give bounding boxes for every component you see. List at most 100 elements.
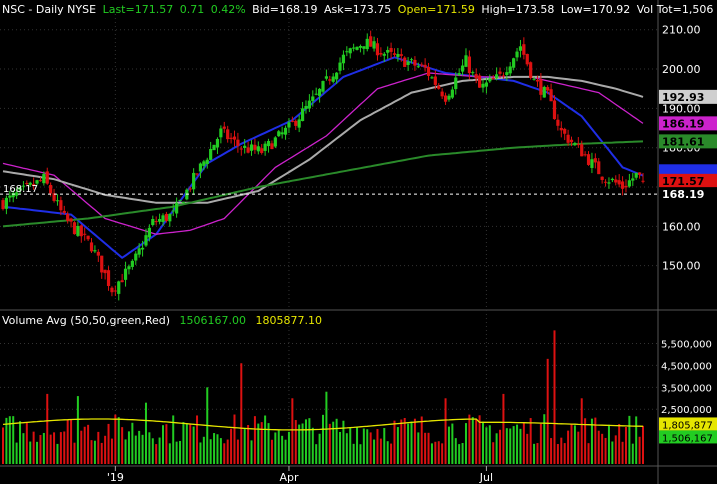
candle-body [117,281,121,294]
volume-bar [553,330,556,464]
candle-body [79,225,83,237]
candle-body [631,178,635,181]
candle-body [563,128,567,134]
candle-body [266,140,271,147]
candle-body [586,154,591,165]
candle-body [253,144,257,150]
volume-bar [587,443,590,464]
candle-body [205,159,209,165]
volume-bar [63,431,66,464]
candle-body [457,73,461,76]
high-price: High=173.58 [481,3,555,16]
volume-bar [607,424,610,464]
volume-bar [499,429,502,464]
chart-background [0,0,717,484]
candle-body [283,127,288,135]
candle-body [603,181,608,183]
volume-bar [281,435,284,464]
bid-price: Bid=168.19 [252,3,318,16]
candle-body [382,53,386,56]
volume-bar [250,440,253,464]
candle-body [59,200,63,211]
price-label-text: 181.61 [662,135,704,148]
candle-body [154,221,158,223]
candle-body [559,127,563,131]
volume-bar [560,437,563,464]
time-tick-label: '19 [107,471,124,484]
candle-body [597,161,601,175]
symbol-label: NSC - Daily NYSE [2,3,97,16]
volume-bar [70,419,73,464]
volume-bar [420,416,423,464]
volume-bar [468,414,471,464]
candle-body [307,100,311,109]
volume-bar [447,426,450,464]
candle-body [297,119,301,128]
volume-bar [179,440,182,464]
volume-bar [243,428,246,464]
candle-body [290,120,294,122]
volume-bar [597,430,600,464]
volume-bar [621,441,624,464]
volume-bar [628,415,631,464]
volume-bar [379,438,382,464]
volume-bar [444,398,447,464]
candle-body [518,46,523,51]
volume-bar [66,419,69,464]
price-tick-label: 190.00 [662,102,701,115]
candle-body [277,131,281,137]
volume-bar [53,432,56,464]
volume-total: Vol Tot=1,506 [636,3,714,16]
volume-bar [410,421,413,464]
candle-body [164,213,169,221]
volume-bar [291,398,294,464]
price-volume-chart: 150.00160.00170.00180.00190.00200.00210.… [0,0,717,484]
candle-body [491,78,495,80]
candle-body [627,180,631,187]
volume-bar [264,415,267,464]
candle-body [127,266,131,270]
candle-body [420,64,424,66]
volume-bar [318,433,321,464]
volume-bar [322,414,324,464]
candle-body [403,57,407,67]
volume-tick-label: 5,500,000 [661,340,712,351]
candle-body [106,270,111,286]
volume-bar [121,427,124,464]
volume-bar [110,438,113,464]
volume-bar [185,423,188,464]
volume-bar [182,422,185,464]
candle-body [232,136,237,140]
candle-body [580,144,584,157]
volume-bar [441,443,444,464]
volume-bar [546,358,549,464]
price-tick-label: 160.00 [662,220,701,233]
candle-body [614,179,618,183]
candle-body [529,62,533,78]
candle-body [556,119,560,126]
candle-body [103,269,107,274]
chart-window: 150.00160.00170.00180.00190.00200.00210.… [0,0,717,484]
volume-bar [277,430,280,464]
candle-body [505,72,509,76]
candle-body [140,247,145,250]
candle-body [188,188,192,190]
candle-body [423,64,427,68]
volume-bar [15,442,18,464]
candle-body [539,79,543,95]
volume-bar [529,418,532,464]
candle-body [352,47,356,49]
volume-bar [32,431,35,464]
candle-body [110,287,114,293]
volume-bar [192,426,195,464]
candle-body [437,85,441,89]
volume-bar [223,443,226,464]
candle-body [287,122,291,128]
volume-bar [260,422,263,464]
candle-body [246,147,250,153]
volume-bar [611,441,614,464]
volume-bar [25,422,28,464]
volume-bar [488,425,491,464]
volume-bar [328,423,331,464]
last-volume-label: 1,506,167 [662,433,713,444]
